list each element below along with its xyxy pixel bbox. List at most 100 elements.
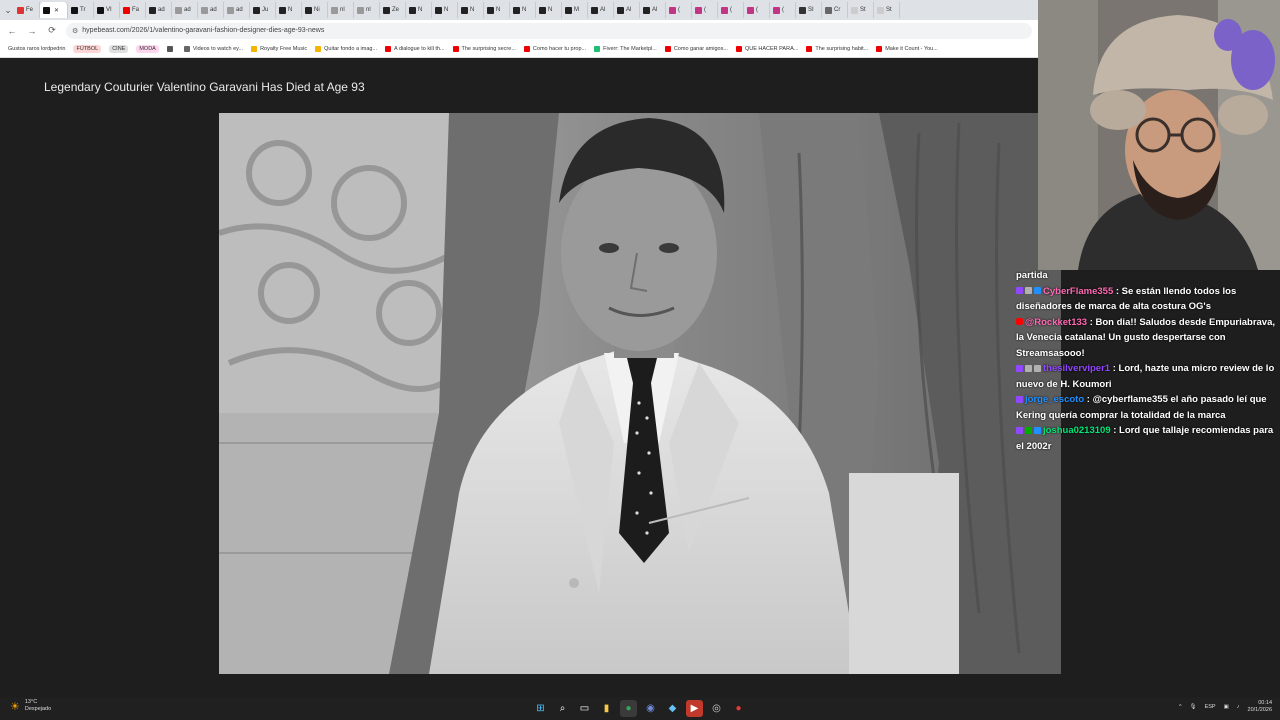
tab-favicon-icon [877,6,884,14]
bookmark-item[interactable]: Quitar fondo a imag... [315,46,377,52]
browser-tab[interactable]: ad [224,2,250,18]
bookmark-item[interactable]: Royalty Free Music [251,46,307,52]
browser-tab[interactable]: ( [666,2,692,18]
streamer-webcam-illustration [1038,0,1280,270]
browser-tab[interactable]: ( [744,2,770,18]
tray-overflow-icon[interactable]: ^ [1179,704,1182,710]
browser-tab[interactable]: ad [146,2,172,18]
browser-tab[interactable]: N [432,2,458,18]
clock-time: 00:14 [1258,700,1272,706]
chat-badge-icon [1034,287,1041,295]
tab-label: ad [184,7,191,13]
task-view-icon[interactable]: ▭ [576,700,593,717]
network-icon[interactable]: ▣ [1224,704,1229,710]
bookmark-item[interactable] [166,46,176,52]
browser-tab[interactable]: N [458,2,484,18]
bookmark-item[interactable]: CINE [109,45,129,53]
recording-app-icon[interactable]: ● [730,700,747,717]
streaming-app-icon[interactable]: ▶ [686,700,703,717]
tab-favicon-icon [461,6,468,14]
browser-tab[interactable]: N [276,2,302,18]
bookmark-favicon-icon [523,46,530,52]
browser-tab[interactable]: M [562,2,588,18]
reload-icon[interactable]: ⟳ [46,25,58,36]
volume-icon[interactable]: ♪ [1237,704,1240,710]
tab-favicon-icon [643,6,650,14]
back-icon[interactable]: ← [6,26,18,36]
bookmark-item[interactable]: A dialogue to kill th... [385,46,445,52]
browser-tab[interactable]: Ze [380,2,406,18]
bookmark-item[interactable]: QUE HACER PARA... [735,46,798,52]
browser-tab[interactable]: ad [198,2,224,18]
browser-tab[interactable]: ( [718,2,744,18]
steam-icon[interactable]: ◆ [664,700,681,717]
browser-tab[interactable]: Al [640,2,666,18]
bookmark-item[interactable]: The surprising secre... [452,46,516,52]
bookmark-favicon-icon [452,46,459,52]
chat-badge-icon [1034,426,1041,434]
tab-label: N [548,7,553,13]
browser-tab[interactable]: Ni [302,2,328,18]
clock[interactable]: 00:14 20/1/2026 [1248,700,1272,714]
browser-tab[interactable]: VI [94,2,120,18]
tab-label: ( [704,7,706,13]
browser-tab[interactable]: nl [354,2,380,18]
microphone-icon[interactable]: 🎙 [1190,704,1197,710]
clock-date: 20/1/2026 [1247,707,1272,713]
bookmark-item[interactable]: The surprising habit... [806,46,868,52]
tab-search-icon[interactable]: ⌄ [2,5,14,16]
browser-tab[interactable]: Cr [822,2,848,18]
weather-widget[interactable]: ☀ 13°C Despejado [10,699,51,713]
chat-badge-icon [1025,364,1032,372]
browser-tab[interactable]: ad [172,2,198,18]
file-explorer-icon[interactable]: ▮ [598,700,615,717]
tab-favicon-icon [435,6,442,14]
language-indicator[interactable]: ESP [1205,704,1216,710]
start-icon[interactable]: ⊞ [532,700,549,717]
browser-tab[interactable]: ( [692,2,718,18]
browser-tab[interactable]: ( [770,2,796,18]
discord-icon[interactable]: ◉ [642,700,659,717]
bookmark-item[interactable]: Como ganar amigos... [664,46,728,52]
browser-tab[interactable]: Fe [14,2,40,18]
address-bar[interactable]: ⚙ hypebeast.com/2026/1/valentino-garavan… [66,22,1032,39]
tab-favicon-icon [149,6,156,14]
tab-label: N [470,7,475,13]
browser-tab[interactable]: Al [588,2,614,18]
browser-tab[interactable]: nl [328,2,354,18]
bookmark-label: CINE [112,46,126,52]
bookmark-item[interactable]: Videos to watch ey... [183,46,243,52]
tab-favicon-icon [357,6,364,14]
browser-tab[interactable]: ✕ [40,2,68,18]
close-tab-icon[interactable]: ✕ [54,7,59,14]
browser-tab[interactable]: St [848,2,874,18]
tab-label: St [886,7,892,13]
tab-label: ad [236,7,243,13]
chrome-icon[interactable]: ● [620,700,637,717]
tab-favicon-icon [487,6,494,14]
browser-tab[interactable]: N [510,2,536,18]
browser-tab[interactable]: N [484,2,510,18]
browser-tab[interactable]: Fa [120,2,146,18]
bookmark-item[interactable]: MODA [136,45,159,53]
bookmark-item[interactable]: Fiverr: The Marketpl... [594,46,657,52]
bookmark-item[interactable]: Como hacer tu prop... [523,46,586,52]
browser-tab[interactable]: Al [614,2,640,18]
bookmark-item[interactable]: Gustos raros lordpedrin [8,46,65,52]
browser-tab[interactable]: Tr [68,2,94,18]
browser-tab[interactable]: SI [796,2,822,18]
browser-tab[interactable]: St [874,2,900,18]
site-info-icon[interactable]: ⚙ [72,27,78,35]
bookmark-item[interactable]: FÚTBOL [73,45,102,53]
forward-icon[interactable]: → [26,26,38,36]
bookmark-item[interactable]: Make it Count - You... [876,46,938,52]
obs-icon[interactable]: ◎ [708,700,725,717]
browser-tab[interactable]: N [536,2,562,18]
browser-tab[interactable]: Ju [250,2,276,18]
tab-label: Al [652,7,658,13]
bookmark-label: MODA [139,46,156,52]
tab-label: nl [366,7,371,13]
browser-toolbar: ← → ⟳ ⚙ hypebeast.com/2026/1/valentino-g… [0,20,1038,41]
browser-tab[interactable]: N [406,2,432,18]
search-icon[interactable]: ⌕ [554,700,571,717]
